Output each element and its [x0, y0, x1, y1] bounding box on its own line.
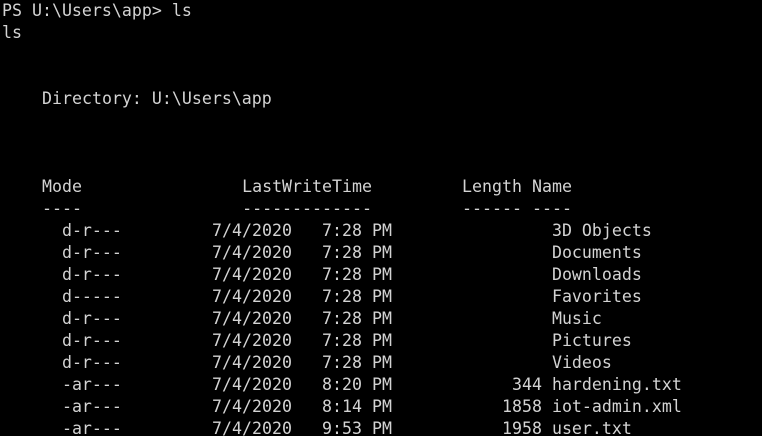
row-mode: d-r---	[61, 353, 122, 372]
row-mode: d-r---	[61, 309, 122, 328]
row-time: 7:28 PM	[322, 331, 392, 350]
row-mode: -ar---	[61, 375, 122, 394]
row-name: Downloads	[551, 265, 642, 284]
row-date: 7/4/2020	[212, 309, 292, 328]
row-date: 7/4/2020	[212, 265, 292, 284]
row-name: Videos	[551, 353, 612, 372]
underline-name: ----	[531, 199, 572, 218]
row-mode: -ar---	[61, 397, 122, 416]
row-name: user.txt	[551, 419, 632, 436]
row-name: 3D Objects	[551, 221, 652, 240]
row-date: 7/4/2020	[212, 221, 292, 240]
row-length: 344	[511, 375, 542, 394]
row-time: 7:28 PM	[322, 265, 392, 284]
directory-line: Directory: U:\Users\app	[42, 89, 272, 108]
underline-length: ------	[462, 199, 522, 218]
echo-line: ls	[2, 23, 22, 42]
header-mode: Mode	[41, 177, 82, 196]
row-name: hardening.txt	[551, 375, 682, 394]
table-header: Mode LastWriteTime Length Name	[2, 154, 762, 196]
header-last-write-time: LastWriteTime	[242, 177, 372, 196]
row-mode: d-----	[61, 287, 122, 306]
row-mode: d-r---	[61, 221, 122, 240]
underline-mode: ----	[41, 199, 82, 218]
row-name: Favorites	[551, 287, 642, 306]
row-mode: d-r---	[61, 243, 122, 262]
row-time: 7:28 PM	[322, 243, 392, 262]
row-time: 8:20 PM	[322, 375, 392, 394]
row-time: 7:28 PM	[322, 309, 392, 328]
row-date: 7/4/2020	[212, 331, 292, 350]
row-date: 7/4/2020	[212, 375, 292, 394]
row-name: Documents	[551, 243, 642, 262]
prompt-line: PS U:\Users\app> ls	[2, 1, 192, 20]
row-mode: d-r---	[61, 265, 122, 284]
row-date: 7/4/2020	[212, 353, 292, 372]
row-name: Music	[551, 309, 602, 328]
row-name: iot-admin.xml	[551, 397, 682, 416]
file-list: d-r--- 7/4/2020 7:28 PM 3D Objects d-r--- 7/…	[2, 198, 762, 436]
row-time: 9:53 PM	[322, 419, 392, 436]
row-date: 7/4/2020	[212, 419, 292, 436]
header-length: Length	[462, 177, 522, 196]
row-time: 8:14 PM	[322, 397, 392, 416]
terminal-window[interactable]: PS U:\Users\app> ls ls Directory: U:\Use…	[0, 0, 762, 436]
row-length: 1858	[501, 397, 542, 416]
row-name: Pictures	[551, 331, 632, 350]
row-length: 1958	[501, 419, 542, 436]
row-date: 7/4/2020	[212, 287, 292, 306]
header-name: Name	[531, 177, 572, 196]
row-time: 7:28 PM	[322, 353, 392, 372]
row-mode: -ar---	[61, 419, 122, 436]
row-time: 7:28 PM	[322, 287, 392, 306]
row-time: 7:28 PM	[322, 221, 392, 240]
underline-last-write-time: -------------	[242, 199, 372, 218]
row-date: 7/4/2020	[212, 397, 292, 416]
row-date: 7/4/2020	[212, 243, 292, 262]
row-mode: d-r---	[61, 331, 122, 350]
